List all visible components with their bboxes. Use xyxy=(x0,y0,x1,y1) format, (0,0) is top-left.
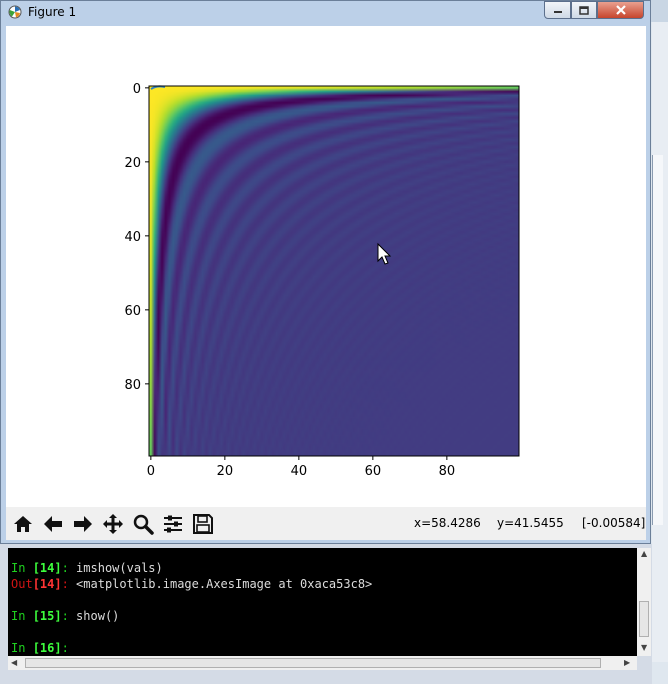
home-icon xyxy=(13,515,32,532)
y-tick-label: 40 xyxy=(124,230,141,245)
scroll-left-icon[interactable]: ◀ xyxy=(11,658,17,667)
forward-arrow-icon xyxy=(73,515,92,532)
zoom-button[interactable] xyxy=(129,510,156,537)
forward-button[interactable] xyxy=(69,510,96,537)
y-tick-label: 60 xyxy=(124,304,141,319)
minimize-button[interactable] xyxy=(544,1,571,19)
zoom-magnifier-icon xyxy=(133,514,154,535)
heatmap-chart[interactable]: 0 20 40 60 80 0 20 40 60 80 xyxy=(6,26,646,507)
x-tick-label: 20 xyxy=(217,464,234,479)
y-coordinate-readout: y=41.5455 xyxy=(497,516,564,530)
pan-button[interactable] xyxy=(99,510,126,537)
subplots-config-icon xyxy=(163,515,182,532)
x-tick-label: 40 xyxy=(291,464,308,479)
close-icon xyxy=(615,5,626,15)
y-tick-label: 20 xyxy=(124,156,141,171)
home-button[interactable] xyxy=(9,510,36,537)
back-button[interactable] xyxy=(39,510,66,537)
console-line-in-15: In [15]: show() xyxy=(11,609,120,623)
horizontal-scroll-thumb[interactable] xyxy=(25,658,601,668)
console-line-out-14: Out[14]: <matplotlib.image.AxesImage at … xyxy=(11,577,373,591)
pixel-value-readout: [-0.00584] xyxy=(582,516,646,530)
matplotlib-app-icon xyxy=(8,5,22,19)
background-window-edge xyxy=(652,155,663,525)
configure-subplots-button[interactable] xyxy=(159,510,186,537)
minimize-icon xyxy=(553,11,562,13)
back-arrow-icon xyxy=(43,515,62,532)
pan-move-icon xyxy=(102,513,123,534)
scroll-down-icon[interactable]: ▼ xyxy=(641,643,647,652)
x-tick-label: 80 xyxy=(439,464,456,479)
scroll-right-icon[interactable]: ▶ xyxy=(624,658,630,667)
x-tick-label: 0 xyxy=(147,464,155,479)
scroll-up-icon[interactable]: ▲ xyxy=(641,549,647,558)
title-bar[interactable]: Figure 1 xyxy=(1,1,652,25)
save-button[interactable] xyxy=(189,510,216,537)
x-coordinate-readout: x=58.4286 xyxy=(414,516,481,530)
navigation-toolbar: x=58.4286 y=41.5455 [-0.00584] xyxy=(6,507,646,540)
y-tick-label: 0 xyxy=(133,82,141,97)
figure-window: Figure 1 0 20 40 60 80 0 20 40 60 80 x=5… xyxy=(0,0,651,544)
console-line-in-16[interactable]: In [16]: xyxy=(11,641,69,655)
vertical-scroll-thumb[interactable] xyxy=(639,601,649,637)
close-button[interactable] xyxy=(597,1,644,19)
console-line-in-14: In [14]: imshow(vals) xyxy=(11,561,163,575)
x-tick-label: 60 xyxy=(365,464,382,479)
maximize-icon xyxy=(579,5,589,15)
save-floppy-icon xyxy=(192,513,213,534)
maximize-button[interactable] xyxy=(571,1,597,19)
window-title: Figure 1 xyxy=(28,5,77,19)
y-tick-label: 80 xyxy=(124,378,141,393)
heatmap-image[interactable] xyxy=(149,86,519,456)
figure-canvas[interactable]: 0 20 40 60 80 0 20 40 60 80 xyxy=(6,26,646,507)
